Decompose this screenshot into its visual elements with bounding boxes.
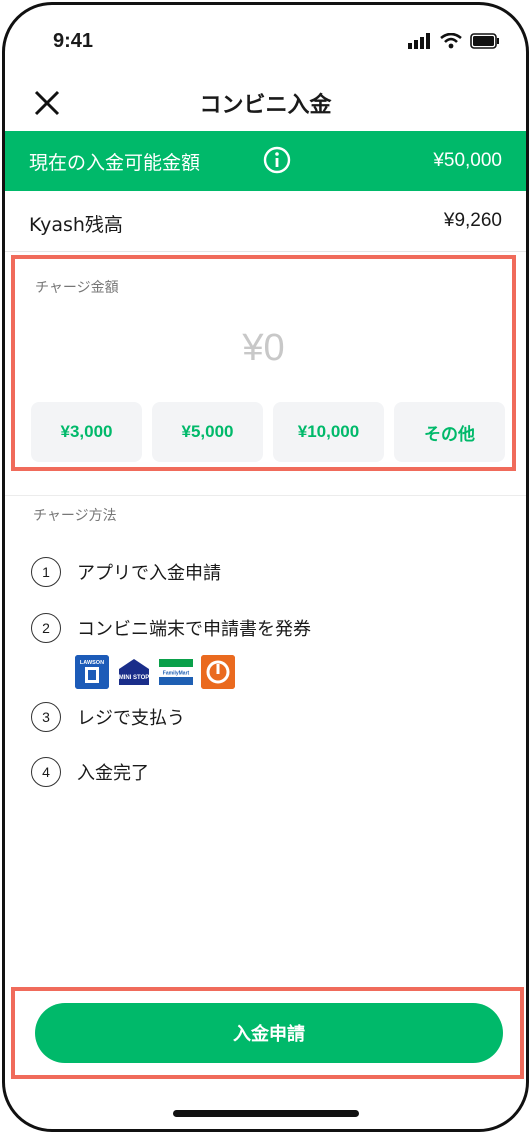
preset-3000-button[interactable]: ¥3,000 (31, 402, 142, 462)
balance-label: Kyash残高 (29, 214, 123, 236)
page-title: コンビニ入金 (199, 93, 332, 118)
preset-amounts: ¥3,000 ¥5,000 ¥10,000 その他 (31, 402, 505, 462)
divider (5, 495, 526, 496)
step-text: レジで支払う (77, 708, 185, 729)
status-time: 9:41 (53, 30, 94, 52)
available-amount-label: 現在の入金可能金額 (29, 151, 201, 174)
ministop-logo-text: MINI STOP (119, 675, 150, 681)
status-bar: 9:41 (5, 5, 526, 75)
signal-icon (408, 33, 430, 49)
step-text: アプリで入金申請 (77, 563, 221, 584)
wifi-icon (440, 33, 462, 49)
balance-value: ¥9,260 (443, 210, 502, 231)
available-amount-value: ¥50,000 (433, 150, 502, 171)
nav-bar: コンビニ入金 (5, 75, 526, 130)
step-number: 4 (31, 757, 61, 787)
step-3: 3 レジで支払う (31, 702, 185, 732)
phone-frame: 9:41 コンビニ入金 現在の入金可能金額 ¥50,000 Kyash残高 ¥9… (2, 2, 529, 1132)
familymart-logo-text: FamilyMart (163, 671, 190, 677)
preset-5000-button[interactable]: ¥5,000 (152, 402, 263, 462)
step-2: 2 コンビニ端末で申請書を発券 (31, 613, 311, 643)
step-number: 3 (31, 702, 61, 732)
lawson-logo-text: LAWSON (80, 660, 104, 666)
store-logos: LAWSON MINI STOP FamilyMart (75, 655, 235, 689)
charge-amount-section: チャージ金額 ¥0 ¥3,000 ¥5,000 ¥10,000 その他 (11, 255, 516, 471)
step-number: 1 (31, 557, 61, 587)
submit-section: 入金申請 (11, 987, 524, 1079)
step-4: 4 入金完了 (31, 757, 149, 787)
charge-amount-input[interactable]: ¥0 (15, 327, 512, 370)
preset-other-button[interactable]: その他 (394, 402, 505, 462)
deposit-request-button[interactable]: 入金申請 (35, 1003, 503, 1063)
charge-method-label: チャージ方法 (33, 508, 117, 524)
available-amount-banner: 現在の入金可能金額 ¥50,000 (5, 131, 526, 191)
step-1: 1 アプリで入金申請 (31, 557, 221, 587)
balance-row: Kyash残高 ¥9,260 (5, 193, 526, 252)
step-text: 入金完了 (77, 763, 149, 784)
familymart-logo: FamilyMart (159, 655, 193, 689)
charge-amount-label: チャージ金額 (35, 280, 119, 296)
step-text: コンビニ端末で申請書を発券 (77, 619, 311, 640)
home-indicator[interactable] (173, 1110, 359, 1117)
battery-icon (470, 33, 499, 49)
preset-10000-button[interactable]: ¥10,000 (273, 402, 384, 462)
step-number: 2 (31, 613, 61, 643)
info-icon[interactable] (263, 146, 291, 174)
lawson-logo: LAWSON (75, 655, 109, 689)
status-icons (408, 33, 500, 49)
ministop-logo: MINI STOP (117, 655, 151, 689)
seicomart-logo (201, 655, 235, 689)
